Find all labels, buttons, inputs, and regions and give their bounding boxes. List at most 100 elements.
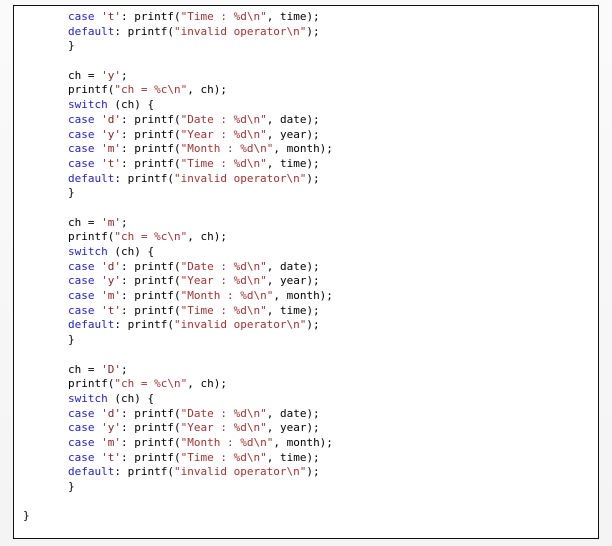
code-token-pun: , year); bbox=[266, 127, 320, 141]
code-token-pun: , time); bbox=[266, 10, 320, 23]
code-line: case 'd': printf("Date : %d\n", date); bbox=[14, 407, 598, 422]
code-token-pun: : printf( bbox=[121, 450, 181, 464]
code-line: switch (ch) { bbox=[14, 245, 598, 260]
code-token-char: 'y' bbox=[101, 274, 121, 288]
code-line: case 'm': printf("Month : %d\n", month); bbox=[14, 436, 598, 451]
code-token-pun: printf( bbox=[68, 230, 115, 244]
code-token-pun: : printf( bbox=[114, 24, 174, 38]
code-line: printf("ch = %c\n", ch); bbox=[14, 230, 598, 245]
code-token-kw: case bbox=[68, 112, 95, 126]
code-token-pun: , date); bbox=[266, 112, 320, 126]
code-line: case 'y': printf("Year : %d\n", year); bbox=[14, 274, 598, 289]
code-token-pun: : printf( bbox=[114, 318, 174, 332]
code-token-char: 'd' bbox=[101, 259, 121, 273]
code-listing[interactable]: case 't': printf("Time : %d\n", time); de… bbox=[14, 6, 598, 524]
code-token-pun: : printf( bbox=[121, 112, 181, 126]
code-token-pun: ; bbox=[121, 362, 128, 376]
code-line: default: printf("invalid operator\n"); bbox=[14, 318, 598, 333]
code-token-char: 'y' bbox=[101, 68, 121, 82]
code-token-pun: , date); bbox=[266, 259, 320, 273]
code-token-char: 't' bbox=[101, 10, 121, 23]
code-line: } bbox=[14, 509, 598, 524]
code-token-pun: , time); bbox=[266, 303, 320, 317]
code-token-str: "Month : %d\n" bbox=[180, 435, 274, 449]
code-token-char: 't' bbox=[101, 303, 121, 317]
code-token-pun: : printf( bbox=[121, 127, 181, 141]
code-line: case 'y': printf("Year : %d\n", year); bbox=[14, 128, 598, 143]
code-token-str: "Time : %d\n" bbox=[180, 156, 267, 170]
code-token-str: "Date : %d\n" bbox=[180, 112, 267, 126]
code-token-kw: case bbox=[68, 10, 95, 23]
code-token-pun: ch = bbox=[68, 215, 102, 229]
code-token-str: "Time : %d\n" bbox=[180, 10, 267, 23]
code-token-char: 'd' bbox=[101, 406, 121, 420]
code-token-kw: default bbox=[68, 24, 115, 38]
code-token-kw: default bbox=[68, 171, 115, 185]
code-token-str: "Date : %d\n" bbox=[180, 406, 267, 420]
code-token-str: "Month : %d\n" bbox=[180, 289, 274, 303]
code-line: case 't': printf("Time : %d\n", time); bbox=[14, 157, 598, 172]
code-token-pun: ); bbox=[306, 465, 320, 479]
code-token-pun: (ch) { bbox=[107, 98, 155, 112]
code-token-kw: switch bbox=[68, 98, 108, 112]
code-token-pun: (ch) { bbox=[107, 391, 155, 405]
code-token-pun: , month); bbox=[273, 142, 333, 156]
code-line: case 't': printf("Time : %d\n", time); bbox=[14, 304, 598, 319]
code-token-str: "Year : %d\n" bbox=[180, 274, 267, 288]
code-token-pun: , time); bbox=[266, 156, 320, 170]
code-line: switch (ch) { bbox=[14, 392, 598, 407]
code-line: default: printf("invalid operator\n"); bbox=[14, 465, 598, 480]
code-line: printf("ch = %c\n", ch); bbox=[14, 377, 598, 392]
code-token-pun: ); bbox=[306, 318, 320, 332]
code-token-str: "Time : %d\n" bbox=[180, 450, 267, 464]
code-token-char: 'y' bbox=[101, 127, 121, 141]
code-token-str: "ch = %c\n" bbox=[114, 230, 188, 244]
code-token-pun: , date); bbox=[266, 406, 320, 420]
code-token-pun: : printf( bbox=[121, 142, 181, 156]
code-token-str: "invalid operator\n" bbox=[173, 465, 307, 479]
code-line: } bbox=[14, 480, 598, 495]
code-token-pun: ); bbox=[306, 171, 320, 185]
code-token-str: "ch = %c\n" bbox=[114, 377, 188, 391]
code-token-char: 'm' bbox=[101, 215, 121, 229]
code-token-pun: (ch) { bbox=[107, 245, 155, 258]
code-token-kw: switch bbox=[68, 245, 108, 258]
code-token-str: "invalid operator\n" bbox=[173, 24, 307, 38]
code-token-char: 't' bbox=[101, 156, 121, 170]
code-line: ch = 'D'; bbox=[14, 363, 598, 378]
code-block-frame: case 't': printf("Time : %d\n", time); de… bbox=[13, 5, 599, 539]
code-token-str: "Year : %d\n" bbox=[180, 127, 267, 141]
code-token-kw: case bbox=[68, 303, 95, 317]
code-token-char: 'm' bbox=[101, 435, 121, 449]
code-token-pun: printf( bbox=[68, 83, 115, 97]
code-token-pun: } bbox=[68, 333, 75, 347]
code-line: ch = 'y'; bbox=[14, 69, 598, 84]
code-token-pun: } bbox=[23, 509, 30, 523]
code-token-pun: : printf( bbox=[121, 10, 181, 23]
code-token-kw: case bbox=[68, 142, 95, 156]
code-token-pun: ch = bbox=[68, 68, 102, 82]
code-token-pun: : printf( bbox=[121, 435, 181, 449]
code-token-pun: , ch); bbox=[187, 83, 227, 97]
code-token-pun: : printf( bbox=[121, 259, 181, 273]
code-token-pun: printf( bbox=[68, 377, 115, 391]
code-token-kw: case bbox=[68, 406, 95, 420]
code-token-pun: : printf( bbox=[121, 303, 181, 317]
code-token-pun: , month); bbox=[273, 435, 333, 449]
code-token-kw: case bbox=[68, 435, 95, 449]
code-token-pun: : printf( bbox=[121, 421, 181, 435]
code-token-pun: ; bbox=[121, 215, 128, 229]
code-token-kw: case bbox=[68, 259, 95, 273]
code-token-char: 'd' bbox=[101, 112, 121, 126]
code-token-pun: , ch); bbox=[187, 230, 227, 244]
code-line: case 'd': printf("Date : %d\n", date); bbox=[14, 260, 598, 275]
code-token-pun: , year); bbox=[266, 274, 320, 288]
code-token-pun: ch = bbox=[68, 362, 102, 376]
code-token-kw: case bbox=[68, 156, 95, 170]
code-token-pun: , month); bbox=[273, 289, 333, 303]
code-token-pun: : printf( bbox=[121, 156, 181, 170]
code-token-pun: : printf( bbox=[121, 406, 181, 420]
